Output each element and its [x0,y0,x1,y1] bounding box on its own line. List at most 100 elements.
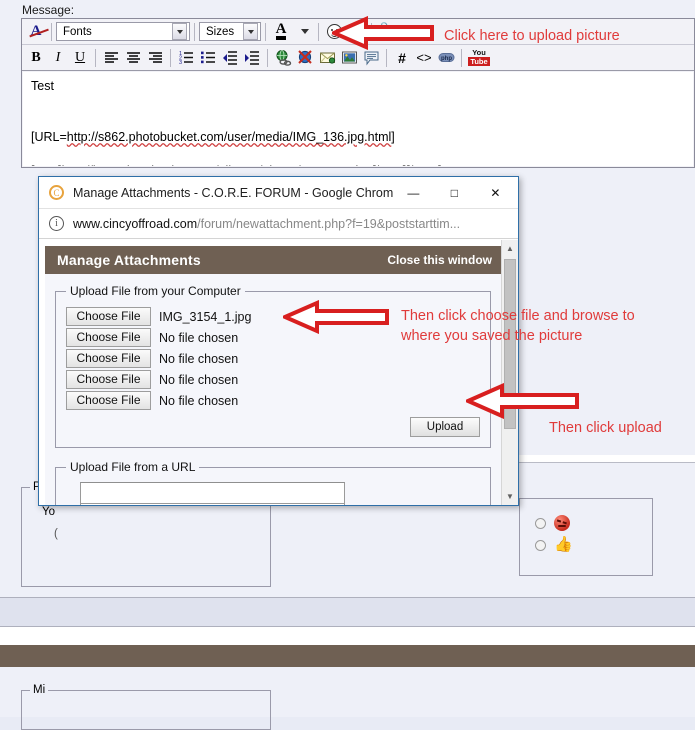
paperclip-icon[interactable]: 📎 [376,21,398,42]
file-name-1: IMG_3154_1.jpg [159,309,252,324]
choose-file-button-5[interactable]: Choose File [66,391,151,410]
youtube-icon[interactable]: You Tube [466,47,492,69]
hash-button[interactable]: # [391,48,413,68]
insert-email-icon[interactable] [316,48,338,68]
toolbar-divider [267,48,268,67]
align-center-icon[interactable] [122,48,144,68]
minimize-button[interactable]: — [393,177,434,208]
attach-chevron-down-icon[interactable] [398,22,420,42]
file-name-4: No file chosen [159,372,239,387]
text-color-icon[interactable]: A [270,22,292,42]
close-button[interactable]: ✕ [475,177,516,208]
upload-from-computer-legend: Upload File from your Computer [70,284,241,298]
fonts-select[interactable]: Fonts [56,22,190,41]
toolbar-divider [371,22,372,41]
core-forum-favicon-icon: C [49,185,64,200]
choose-file-button-1[interactable]: Choose File [66,307,151,326]
font-color-strike-icon[interactable]: A [25,22,47,42]
rating-radio-thumbsup[interactable] [535,539,546,551]
chrome-browser-window: C Manage Attachments - C.O.R.E. FORUM - … [38,176,519,506]
bulleted-list-icon[interactable] [197,48,219,68]
smiley-chevron-down-icon[interactable] [345,22,367,42]
italic-button[interactable]: I [47,48,69,68]
message-line-3-prefix: [URL= [31,130,67,144]
url-input-stack [80,482,345,505]
url-input-1[interactable] [80,482,345,504]
toolbar-divider [51,22,52,41]
scroll-up-arrow[interactable]: ▲ [502,240,518,257]
chrome-address-bar[interactable]: i www.cincyoffroad.com/forum/newattachme… [39,209,518,239]
rating-box: 👍 [519,498,653,576]
scrollbar-thumb[interactable] [504,259,516,429]
youtube-label-top: You [472,48,486,57]
site-info-icon[interactable]: i [49,216,64,231]
url-inputs-wrap: Upload [66,482,480,505]
message-editor: A Fonts Sizes A 📎 B I U 1 2 3 # <> php Y… [21,18,695,168]
toolbar-divider [386,48,387,67]
decrease-indent-icon[interactable] [219,48,241,68]
upload-button-row: Upload [66,417,480,437]
poll-text: Yo [42,506,56,518]
message-textarea[interactable]: Test [URL=http://s862.photobucket.com/us… [23,72,693,166]
toolbar-divider [170,48,171,67]
editor-toolbar-row-1: A Fonts Sizes A 📎 [22,19,694,45]
bold-button[interactable]: B [25,48,47,68]
choose-file-button-2[interactable]: Choose File [66,328,151,347]
dialog-title: Manage Attachments [57,252,201,268]
align-left-icon[interactable] [100,48,122,68]
upload-computer-button[interactable]: Upload [410,417,480,437]
chevron-down-icon [172,23,187,40]
manage-attachments-header: Manage Attachments Close this window [45,246,501,274]
choose-file-button-4[interactable]: Choose File [66,370,151,389]
svg-text:3: 3 [179,60,182,66]
youtube-label-bottom: Tube [468,57,490,66]
page-content: Manage Attachments Close this window Upl… [39,240,518,505]
editor-toolbar-row-2: B I U 123 # <> php You Tube [22,45,694,71]
file-name-5: No file chosen [159,393,239,408]
underline-button[interactable]: U [69,48,91,68]
dialog-body: Upload File from your Computer Choose Fi… [45,274,501,505]
message-line-3-url: http://s862.photobucket.com/user/media/I… [66,130,392,144]
upload-from-url-legend: Upload File from a URL [70,460,196,474]
increase-indent-icon[interactable] [241,48,263,68]
maximize-button[interactable]: □ [434,177,475,208]
section-header-band [0,645,695,667]
sizes-select-value: Sizes [206,25,235,38]
message-line-1: Test [31,79,54,93]
rating-option-angry[interactable] [535,515,570,531]
misc-fieldset: Mi [21,684,271,730]
chrome-title-bar[interactable]: C Manage Attachments - C.O.R.E. FORUM - … [39,177,518,209]
thumbs-up-emoticon: 👍 [554,536,573,553]
scroll-down-arrow[interactable]: ▼ [502,488,518,505]
url-input-2[interactable] [80,504,345,505]
numbered-list-icon[interactable]: 123 [175,48,197,68]
section-band-1 [0,597,695,627]
php-code-icon[interactable]: php [435,48,457,68]
remove-link-icon[interactable] [294,48,316,68]
file-row: Choose File No file chosen [66,390,480,411]
dialog-scrollbar[interactable]: ▲ ▼ [501,240,518,505]
misc-legend: Mi [30,684,49,696]
choose-file-button-3[interactable]: Choose File [66,349,151,368]
upload-from-url-fieldset: Upload File from a URL Upload [55,460,491,505]
file-row: Choose File No file chosen [66,369,480,390]
align-right-icon[interactable] [144,48,166,68]
angry-face-emoticon [554,515,570,531]
insert-image-icon[interactable] [338,48,360,68]
code-button[interactable]: <> [413,48,435,68]
insert-link-globe-icon[interactable] [272,48,294,68]
section-gap-white [0,627,695,645]
smiley-icon[interactable] [323,22,345,42]
insert-quote-icon[interactable] [360,48,382,68]
sizes-select[interactable]: Sizes [199,22,261,41]
file-name-3: No file chosen [159,351,239,366]
text-color-chevron-down-icon[interactable] [292,22,314,42]
upload-from-computer-fieldset: Upload File from your Computer Choose Fi… [55,284,491,448]
rating-radio-angry[interactable] [535,517,546,529]
message-line-3-suffix: ] [391,130,395,144]
divider [519,455,695,463]
toolbar-divider [461,48,462,67]
close-this-window-link[interactable]: Close this window [387,253,492,267]
rating-option-thumbsup[interactable]: 👍 [535,536,573,553]
toolbar-divider [194,22,195,41]
